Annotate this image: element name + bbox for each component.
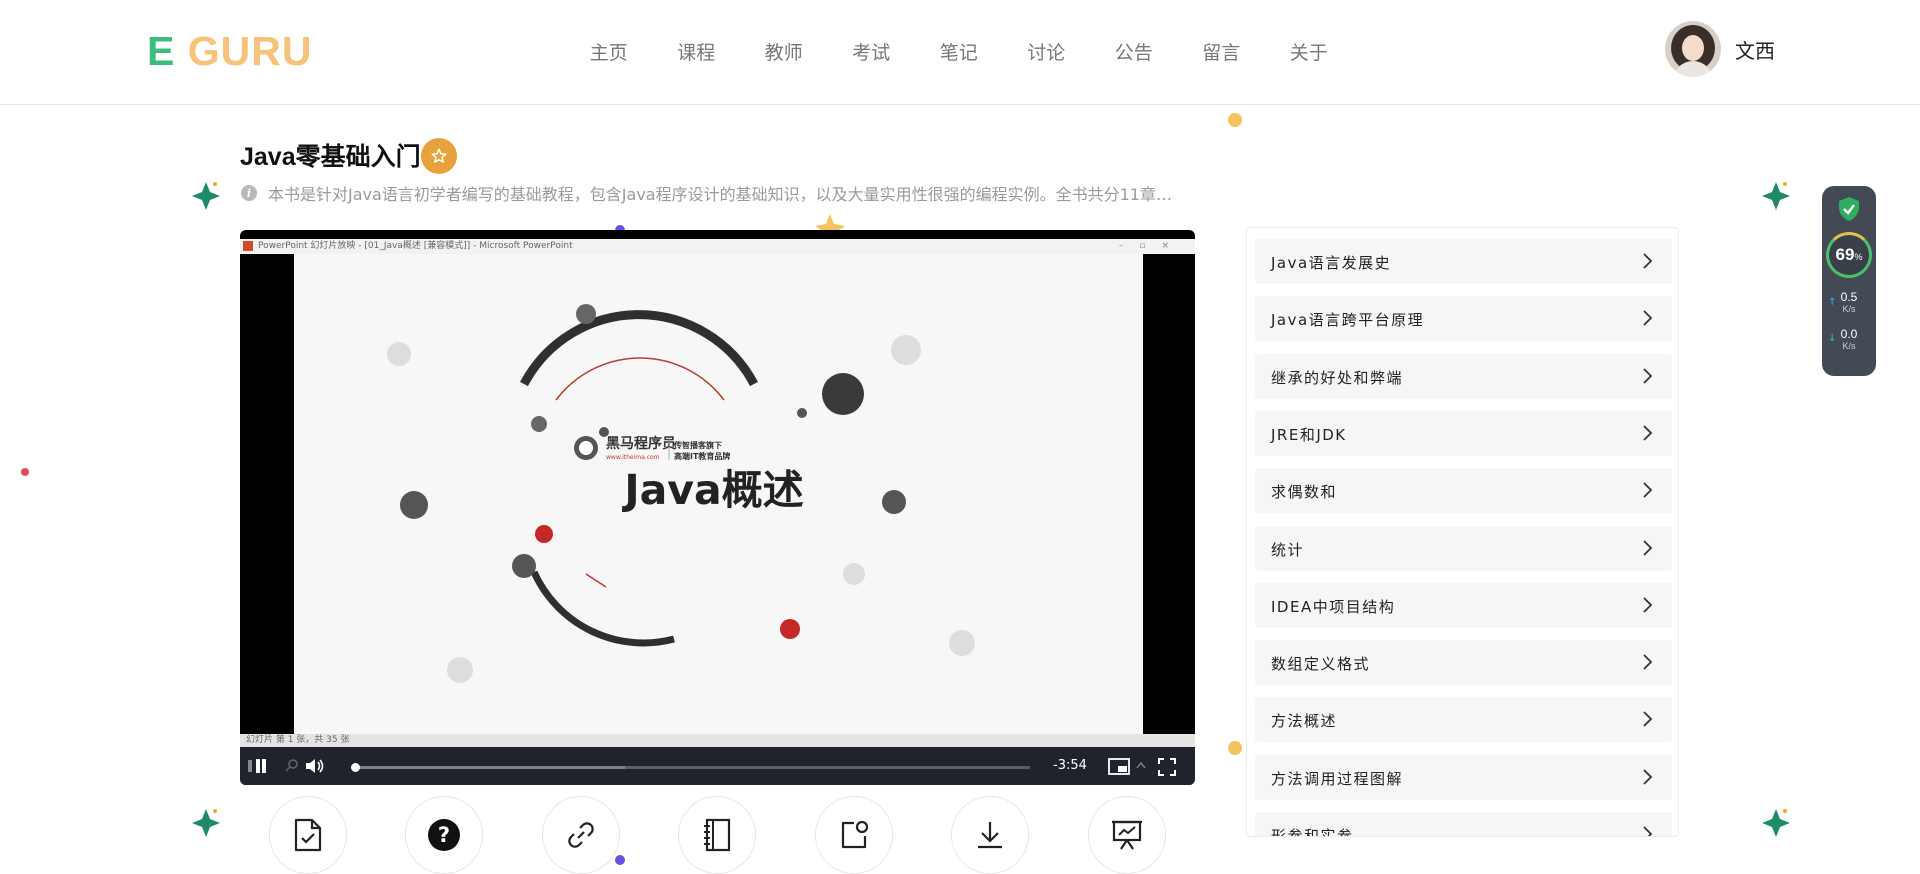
- top-navigation-bar: E GURU 主页 课程 教师 考试 笔记 讨论 公告 留言 关于 文西: [0, 0, 1920, 105]
- chapter-label: Java语言发展史: [1271, 254, 1392, 272]
- course-description-text: 本书是针对Java语言初学者编写的基础教程，包含Java程序设计的基础知识，以及…: [268, 185, 1172, 204]
- slide-brand-tag1: 传智播客旗下: [673, 440, 722, 450]
- favorite-button[interactable]: [421, 138, 457, 174]
- nav-item-courses[interactable]: 课程: [653, 38, 741, 65]
- chapter-item[interactable]: 统计: [1255, 525, 1672, 571]
- chapter-item[interactable]: 方法调用过程图解: [1255, 754, 1672, 800]
- nav-item-about[interactable]: 关于: [1265, 38, 1353, 65]
- chevron-right-icon: [1643, 654, 1653, 670]
- chevron-right-icon: [1643, 310, 1653, 326]
- video-progress-bar[interactable]: [355, 766, 1030, 769]
- user-menu[interactable]: 文西: [1665, 21, 1775, 77]
- nav-item-exams[interactable]: 考试: [828, 38, 916, 65]
- course-description: i 本书是针对Java语言初学者编写的基础教程，包含Java程序设计的基础知识，…: [241, 181, 1172, 205]
- chapter-label: IDEA中项目结构: [1271, 597, 1396, 616]
- powerpoint-icon: [243, 241, 253, 251]
- slide-canvas: 黑马程序员 www.itheima.com 传智播客旗下 高端IT教育品牌 Ja…: [294, 254, 1143, 734]
- chapter-label: JRE和JDK: [1271, 425, 1347, 444]
- username[interactable]: 文西: [1735, 35, 1775, 64]
- homework-icon: [294, 818, 322, 852]
- network-speed-widget[interactable]: 69% ↑ 0.5 K/s ↓ 0.0 K/s: [1822, 186, 1876, 376]
- player-control-bar: -3:54: [240, 747, 1195, 785]
- chapter-label: 形参和实参: [1271, 827, 1354, 837]
- progress-handle[interactable]: [351, 763, 360, 772]
- download-speed: 0.0 K/s: [1840, 327, 1858, 351]
- course-title: Java零基础入门: [240, 143, 421, 171]
- shield-check-icon: [1839, 197, 1859, 221]
- picture-in-picture-icon[interactable]: [1108, 758, 1130, 775]
- main-nav: 主页 课程 教师 考试 笔记 讨论 公告 留言 关于: [565, 38, 1353, 65]
- nav-item-announcements[interactable]: 公告: [1090, 38, 1178, 65]
- time-remaining: -3:54: [1053, 758, 1087, 773]
- svg-text:?: ?: [438, 823, 450, 847]
- chapter-label: 数组定义格式: [1271, 655, 1371, 674]
- chevron-right-icon: [1643, 539, 1653, 556]
- nav-item-messages[interactable]: 留言: [1178, 38, 1266, 65]
- chapter-item[interactable]: Java语言发展史: [1255, 239, 1672, 284]
- question-button[interactable]: ?: [405, 796, 483, 874]
- chapter-item[interactable]: 方法概述: [1255, 697, 1672, 743]
- chapter-label: 统计: [1271, 540, 1305, 559]
- chapter-item[interactable]: 数组定义格式: [1255, 640, 1672, 686]
- slide-brand-site: www.itheima.com: [606, 454, 660, 461]
- chapter-label: 继承的好处和弊端: [1271, 368, 1404, 387]
- chapter-item[interactable]: JRE和JDK: [1255, 410, 1672, 456]
- chapter-item[interactable]: 求偶数和: [1255, 468, 1672, 514]
- chapter-label: 求偶数和: [1271, 483, 1338, 502]
- chapter-item[interactable]: IDEA中项目结构: [1255, 582, 1672, 628]
- chevron-right-icon: [1643, 711, 1653, 728]
- presentation-button[interactable]: [1088, 796, 1166, 874]
- search-icon[interactable]: [284, 758, 300, 774]
- chevron-up-icon[interactable]: [1135, 760, 1147, 770]
- ppt-window-titlebar: PowerPoint 幻灯片放映 - [01_Java概述 [兼容模式]] - …: [240, 239, 1195, 254]
- chapter-label: 方法概述: [1271, 712, 1338, 731]
- slide-brand-tag2: 高端IT教育品牌: [674, 451, 730, 461]
- chevron-right-icon: [1643, 826, 1653, 836]
- chapter-label: Java语言跨平台原理: [1271, 311, 1425, 330]
- chapter-item[interactable]: Java语言跨平台原理: [1255, 296, 1672, 342]
- chapter-label: 方法调用过程图解: [1271, 769, 1404, 788]
- notebook-button[interactable]: [678, 796, 756, 874]
- video-player[interactable]: PowerPoint 幻灯片放映 - [01_Java概述 [兼容模式]] - …: [240, 230, 1195, 785]
- chevron-right-icon: [1643, 425, 1653, 441]
- star-icon: [431, 148, 447, 163]
- info-icon: i: [241, 185, 257, 201]
- chevron-right-icon: [1643, 253, 1653, 269]
- notebook-icon: [704, 818, 731, 852]
- chapter-list: Java语言发展史 Java语言跨平台原理 继承的好处和弊端 JRE和JDK 求偶数和统…: [1246, 227, 1679, 837]
- window-controls: –▫×: [1118, 241, 1185, 251]
- chapter-item[interactable]: 继承的好处和弊端: [1255, 353, 1672, 399]
- chapter-item[interactable]: 形参和实参: [1255, 812, 1672, 837]
- note-button[interactable]: [815, 796, 893, 874]
- slide-heading: Java概述: [621, 466, 803, 514]
- download-icon: [978, 822, 1002, 849]
- chevron-right-icon: [1643, 482, 1653, 498]
- homework-button[interactable]: [269, 796, 347, 874]
- nav-item-teachers[interactable]: 教师: [740, 38, 828, 65]
- link-button[interactable]: [542, 796, 620, 874]
- ppt-status-bar: 幻灯片 第 1 张，共 35 张: [240, 734, 1195, 747]
- fullscreen-icon[interactable]: [1158, 758, 1176, 776]
- volume-icon[interactable]: [304, 757, 326, 775]
- nav-item-notes[interactable]: 笔记: [915, 38, 1003, 65]
- download-button[interactable]: [951, 796, 1029, 874]
- presentation-icon: [1112, 820, 1142, 850]
- note-icon: [841, 820, 869, 849]
- chevron-right-icon: [1643, 367, 1653, 384]
- memory-usage-gauge: 69%: [1826, 232, 1872, 278]
- chevron-right-icon: [1643, 597, 1653, 613]
- site-logo[interactable]: E GURU: [147, 28, 312, 75]
- upload-speed: 0.5 K/s: [1840, 290, 1858, 314]
- chevron-right-icon: [1643, 769, 1653, 785]
- avatar[interactable]: [1665, 21, 1721, 77]
- playlist-icon[interactable]: [248, 757, 270, 775]
- nav-item-home[interactable]: 主页: [565, 38, 653, 65]
- nav-item-discussion[interactable]: 讨论: [1003, 38, 1091, 65]
- slide-brand-name: 黑马程序员: [606, 435, 676, 452]
- question-icon: ?: [428, 819, 460, 851]
- link-icon: [568, 822, 594, 848]
